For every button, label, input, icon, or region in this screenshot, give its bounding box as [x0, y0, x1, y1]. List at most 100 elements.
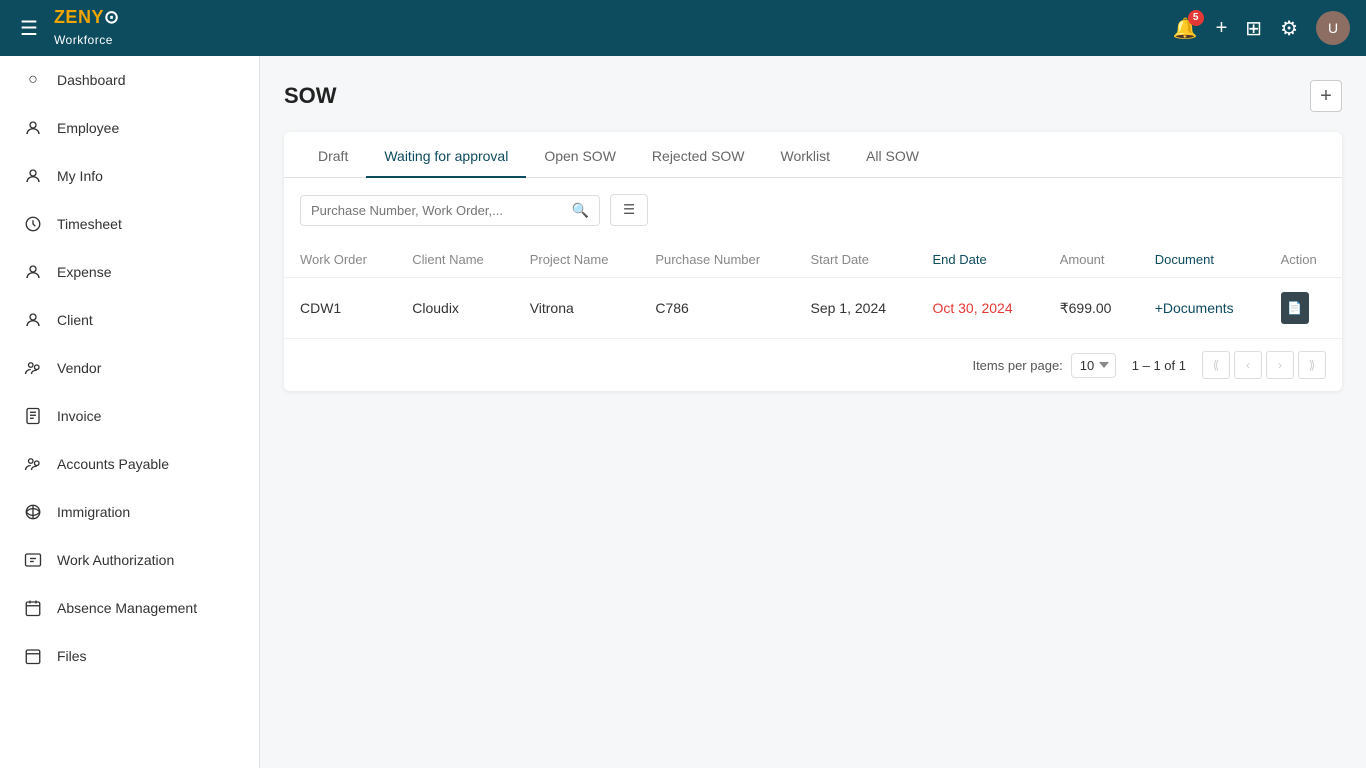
settings-icon[interactable]: ⚙	[1280, 16, 1298, 41]
sidebar-label-client: Client	[57, 312, 93, 328]
sidebar-label-files: Files	[57, 648, 87, 664]
vendor-icon	[23, 358, 43, 378]
per-page-section: Items per page: 5102550	[972, 353, 1115, 378]
avatar[interactable]: U	[1316, 11, 1350, 45]
sidebar-label-vendor: Vendor	[57, 360, 101, 376]
tab-waiting-for-approval[interactable]: Waiting for approval	[366, 132, 526, 178]
documents-link[interactable]: +Documents	[1155, 300, 1234, 316]
tabs-bar: DraftWaiting for approvalOpen SOWRejecte…	[284, 132, 1342, 178]
filter-button[interactable]: ☰	[610, 194, 648, 226]
sidebar-label-expense: Expense	[57, 264, 111, 280]
sidebar-item-expense[interactable]: Expense	[0, 248, 259, 296]
sidebar-item-immigration[interactable]: Immigration	[0, 488, 259, 536]
toolbar: 🔍 ☰	[284, 178, 1342, 242]
menu-icon[interactable]: ☰	[16, 12, 42, 45]
sidebar-item-work-authorization[interactable]: Work Authorization	[0, 536, 259, 584]
cell-project-name: Vitrona	[514, 278, 640, 339]
tab-all-sow[interactable]: All SOW	[848, 132, 937, 178]
sidebar-item-invoice[interactable]: Invoice	[0, 392, 259, 440]
accounts-payable-icon	[23, 454, 43, 474]
tab-rejected-sow[interactable]: Rejected SOW	[634, 132, 763, 178]
logo: ZENY⊙ Workforce	[54, 7, 120, 49]
sidebar-label-dashboard: Dashboard	[57, 72, 126, 88]
col-start-date: Start Date	[795, 242, 917, 278]
notification-button[interactable]: 🔔 5	[1173, 16, 1198, 41]
col-end-date: End Date	[916, 242, 1043, 278]
cell-amount: ₹699.00	[1044, 278, 1139, 339]
sidebar-label-absence-management: Absence Management	[57, 600, 197, 616]
sidebar-item-timesheet[interactable]: Timesheet	[0, 200, 259, 248]
tab-worklist[interactable]: Worklist	[763, 132, 849, 178]
sidebar-item-client[interactable]: Client	[0, 296, 259, 344]
sidebar-item-files[interactable]: Files	[0, 632, 259, 680]
search-box: 🔍	[300, 195, 600, 226]
client-icon	[23, 310, 43, 330]
expense-icon	[23, 262, 43, 282]
cell-client-name: Cloudix	[396, 278, 513, 339]
sidebar-item-absence-management[interactable]: Absence Management	[0, 584, 259, 632]
sidebar-label-my-info: My Info	[57, 168, 103, 184]
col-amount: Amount	[1044, 242, 1139, 278]
sidebar-label-accounts-payable: Accounts Payable	[57, 456, 169, 472]
sidebar-item-accounts-payable[interactable]: Accounts Payable	[0, 440, 259, 488]
cell-work-order: CDW1	[284, 278, 396, 339]
cell-start-date: Sep 1, 2024	[795, 278, 917, 339]
files-icon	[23, 646, 43, 666]
col-document: Document	[1139, 242, 1265, 278]
page-header: SOW +	[284, 80, 1342, 112]
sidebar-label-work-authorization: Work Authorization	[57, 552, 174, 568]
sidebar-item-employee[interactable]: Employee	[0, 104, 259, 152]
action-doc-icon[interactable]: 📄	[1281, 292, 1309, 324]
dashboard-icon: ○	[23, 70, 43, 90]
sidebar-label-immigration: Immigration	[57, 504, 130, 520]
tab-draft[interactable]: Draft	[300, 132, 366, 178]
employee-icon	[23, 118, 43, 138]
col-client-name: Client Name	[396, 242, 513, 278]
cell-action[interactable]: 📄	[1265, 278, 1342, 339]
add-sow-button[interactable]: +	[1310, 80, 1342, 112]
page-title: SOW	[284, 83, 337, 109]
cell-document[interactable]: +Documents	[1139, 278, 1265, 339]
sidebar-item-vendor[interactable]: Vendor	[0, 344, 259, 392]
cell-purchase-number: C786	[639, 278, 794, 339]
layout: ○ Dashboard Employee My Info Timesheet E…	[0, 56, 1366, 768]
my-info-icon	[23, 166, 43, 186]
first-page-button[interactable]: ⟪	[1202, 351, 1230, 379]
sidebar: ○ Dashboard Employee My Info Timesheet E…	[0, 56, 260, 768]
sidebar-label-invoice: Invoice	[57, 408, 101, 424]
per-page-select[interactable]: 5102550	[1071, 353, 1116, 378]
logo-text: ZENY⊙ Workforce	[54, 7, 120, 49]
col-action: Action	[1265, 242, 1342, 278]
pagination: Items per page: 5102550 1 – 1 of 1 ⟪ ‹ ›…	[284, 339, 1342, 391]
main-content: SOW + DraftWaiting for approvalOpen SOWR…	[260, 56, 1366, 768]
cell-end-date: Oct 30, 2024	[916, 278, 1043, 339]
notification-badge: 5	[1188, 10, 1204, 26]
add-icon[interactable]: +	[1216, 17, 1228, 40]
sow-table: Work OrderClient NameProject NamePurchas…	[284, 242, 1342, 339]
header: ☰ ZENY⊙ Workforce 🔔 5 + ⊞ ⚙ U	[0, 0, 1366, 56]
sidebar-label-timesheet: Timesheet	[57, 216, 122, 232]
last-page-button[interactable]: ⟫	[1298, 351, 1326, 379]
sidebar-item-dashboard[interactable]: ○ Dashboard	[0, 56, 259, 104]
search-input[interactable]	[311, 203, 564, 218]
search-icon: 🔍	[572, 202, 589, 219]
items-per-page-label: Items per page:	[972, 358, 1062, 373]
work-authorization-icon	[23, 550, 43, 570]
table-row: CDW1 Cloudix Vitrona C786 Sep 1, 2024 Oc…	[284, 278, 1342, 339]
sidebar-label-employee: Employee	[57, 120, 119, 136]
table-wrap: Work OrderClient NameProject NamePurchas…	[284, 242, 1342, 339]
col-purchase-number: Purchase Number	[639, 242, 794, 278]
sidebar-item-my-info[interactable]: My Info	[0, 152, 259, 200]
sidebar-scroll: ○ Dashboard Employee My Info Timesheet E…	[0, 56, 259, 768]
grid-icon[interactable]: ⊞	[1245, 16, 1262, 41]
invoice-icon	[23, 406, 43, 426]
filter-icon: ☰	[623, 202, 635, 218]
header-actions: 🔔 5 + ⊞ ⚙ U	[1173, 11, 1350, 45]
prev-page-button[interactable]: ‹	[1234, 351, 1262, 379]
col-project-name: Project Name	[514, 242, 640, 278]
immigration-icon	[23, 502, 43, 522]
timesheet-icon	[23, 214, 43, 234]
tab-open-sow[interactable]: Open SOW	[526, 132, 634, 178]
page-info: 1 – 1 of 1	[1132, 358, 1186, 373]
next-page-button[interactable]: ›	[1266, 351, 1294, 379]
